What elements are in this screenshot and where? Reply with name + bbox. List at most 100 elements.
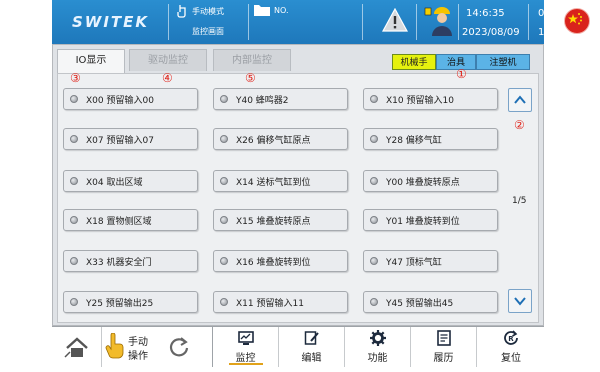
io-button[interactable]: X33 机器安全门 (63, 250, 198, 272)
io-button[interactable]: X04 取出区域 (63, 170, 198, 192)
segment-robot[interactable]: 机械手 (392, 54, 436, 70)
io-button[interactable]: X15 堆叠旋转原点 (213, 209, 348, 231)
io-status-led (370, 257, 378, 265)
speed-percent[interactable]: 10% (538, 27, 560, 38)
svg-text:R: R (508, 335, 514, 343)
io-status-led (370, 298, 378, 306)
segment-injection-machine[interactable]: 注塑机 (476, 54, 530, 70)
io-label: X07 预留输入07 (86, 136, 154, 146)
manual-operate-button[interactable]: 手动 操作 (102, 327, 158, 367)
tab-internal-monitor[interactable]: 内部监控 (213, 49, 291, 71)
menu-function-label: 功能 (367, 353, 388, 364)
io-button[interactable]: X26 偏移气缸原点 (213, 128, 348, 150)
io-button[interactable]: Y01 堆叠旋转到位 (363, 209, 498, 231)
io-status-led (370, 177, 378, 185)
io-button[interactable]: Y40 蜂鸣器2 (213, 88, 348, 110)
io-status-led (220, 216, 228, 224)
io-button[interactable]: Y00 堆叠旋转原点 (363, 170, 498, 192)
io-label: Y01 堆叠旋转到位 (386, 217, 460, 227)
history-icon (437, 330, 451, 346)
bottom-toolbar: 手动 操作 监控 编辑 功能 履历 R 复位 (52, 326, 544, 367)
io-button[interactable]: X16 堆叠旋转到位 (213, 250, 348, 272)
monitor-icon (238, 331, 254, 345)
gear-icon (370, 330, 386, 346)
header-divider (168, 4, 169, 40)
io-button[interactable]: Y28 偏移气缸 (363, 128, 498, 150)
io-button[interactable]: Y25 预留输出25 (63, 291, 198, 313)
io-label: Y45 预留输出45 (386, 299, 454, 309)
io-label: X18 置物侧区域 (86, 217, 152, 227)
io-content-area (57, 73, 539, 323)
screen-label: 监控画面 (192, 27, 224, 36)
page-up-button[interactable] (508, 88, 532, 112)
io-label: Y28 偏移气缸 (386, 136, 442, 146)
io-label: X16 堆叠旋转到位 (236, 258, 311, 268)
menu-edit[interactable]: 编辑 (279, 327, 345, 367)
clock-date: 2023/08/09 (462, 27, 520, 38)
io-label: X33 机器安全门 (86, 258, 152, 268)
menu-monitor[interactable]: 监控 (213, 327, 279, 367)
tab-drive-monitor[interactable]: 驱动监控 (129, 49, 207, 71)
clock-time: 14:6:35 (466, 8, 505, 19)
io-label: Y40 蜂鸣器2 (236, 96, 289, 106)
io-status-led (70, 135, 78, 143)
annotation-2: ② (514, 118, 525, 132)
io-button[interactable]: Y47 顶标气缸 (363, 250, 498, 272)
menu-reset[interactable]: R 复位 (477, 327, 545, 367)
menu-edit-label: 编辑 (301, 353, 322, 364)
tab-io-display[interactable]: IO显示 (57, 49, 125, 74)
io-status-led (220, 135, 228, 143)
edit-icon (304, 331, 319, 345)
header-divider (458, 4, 459, 40)
cycle-button[interactable] (158, 327, 198, 367)
menu-history[interactable]: 履历 (411, 327, 477, 367)
menu-history-label: 履历 (433, 353, 454, 364)
program-no-label[interactable]: NO. (274, 6, 289, 15)
annotation-3: ③ (70, 71, 81, 85)
io-status-led (70, 216, 78, 224)
annotation-5: ⑤ (245, 71, 256, 85)
io-label: X15 堆叠旋转原点 (236, 217, 311, 227)
io-button[interactable]: X18 置物侧区域 (63, 209, 198, 231)
manual-label: 手动 (128, 337, 148, 348)
menu-monitor-label: 监控 (235, 353, 256, 364)
io-status-led (70, 298, 78, 306)
menu-function[interactable]: 功能 (345, 327, 411, 367)
hand-pointer-icon (105, 333, 124, 359)
menu-reset-label: 复位 (501, 353, 521, 364)
warning-icon[interactable] (382, 8, 408, 32)
hand-icon (177, 5, 186, 18)
io-label: X11 预留输入11 (236, 299, 304, 309)
io-button[interactable]: X07 预留输入07 (63, 128, 198, 150)
io-button[interactable]: X10 预留输入10 (363, 88, 498, 110)
io-label: X14 送标气缸到位 (236, 178, 311, 188)
io-status-led (70, 95, 78, 103)
status-header: SWITEK 手动模式 监控画面 NO. 14:6:35 2023/08/09 … (52, 0, 590, 44)
io-label: X00 预留输入00 (86, 96, 154, 106)
io-button[interactable]: X14 送标气缸到位 (213, 170, 348, 192)
io-label: X10 预留输入10 (386, 96, 454, 106)
header-divider (558, 4, 559, 40)
operate-label: 操作 (128, 351, 148, 362)
io-button[interactable]: X00 预留输入00 (63, 88, 198, 110)
speed-value[interactable]: 0.1 (538, 8, 554, 19)
folder-icon[interactable] (254, 4, 270, 16)
header-divider (248, 4, 249, 40)
active-tab-indicator (229, 363, 263, 365)
home-button[interactable] (52, 327, 102, 367)
io-status-led (220, 298, 228, 306)
header-divider (528, 4, 529, 40)
io-status-led (70, 177, 78, 185)
io-label: X26 偏移气缸原点 (236, 136, 311, 146)
main-menu: 监控 编辑 功能 履历 R 复位 (212, 327, 544, 367)
china-flag-icon[interactable] (564, 8, 590, 34)
io-button[interactable]: Y45 预留输出45 (363, 291, 498, 313)
operator-icon[interactable] (424, 6, 452, 36)
io-label: Y00 堆叠旋转原点 (386, 178, 460, 188)
page-down-button[interactable] (508, 289, 532, 313)
io-label: X04 取出区域 (86, 178, 143, 188)
chevron-down-icon (514, 297, 526, 306)
mode-label: 手动模式 (192, 7, 224, 16)
io-status-led (70, 257, 78, 265)
io-button[interactable]: X11 预留输入11 (213, 291, 348, 313)
